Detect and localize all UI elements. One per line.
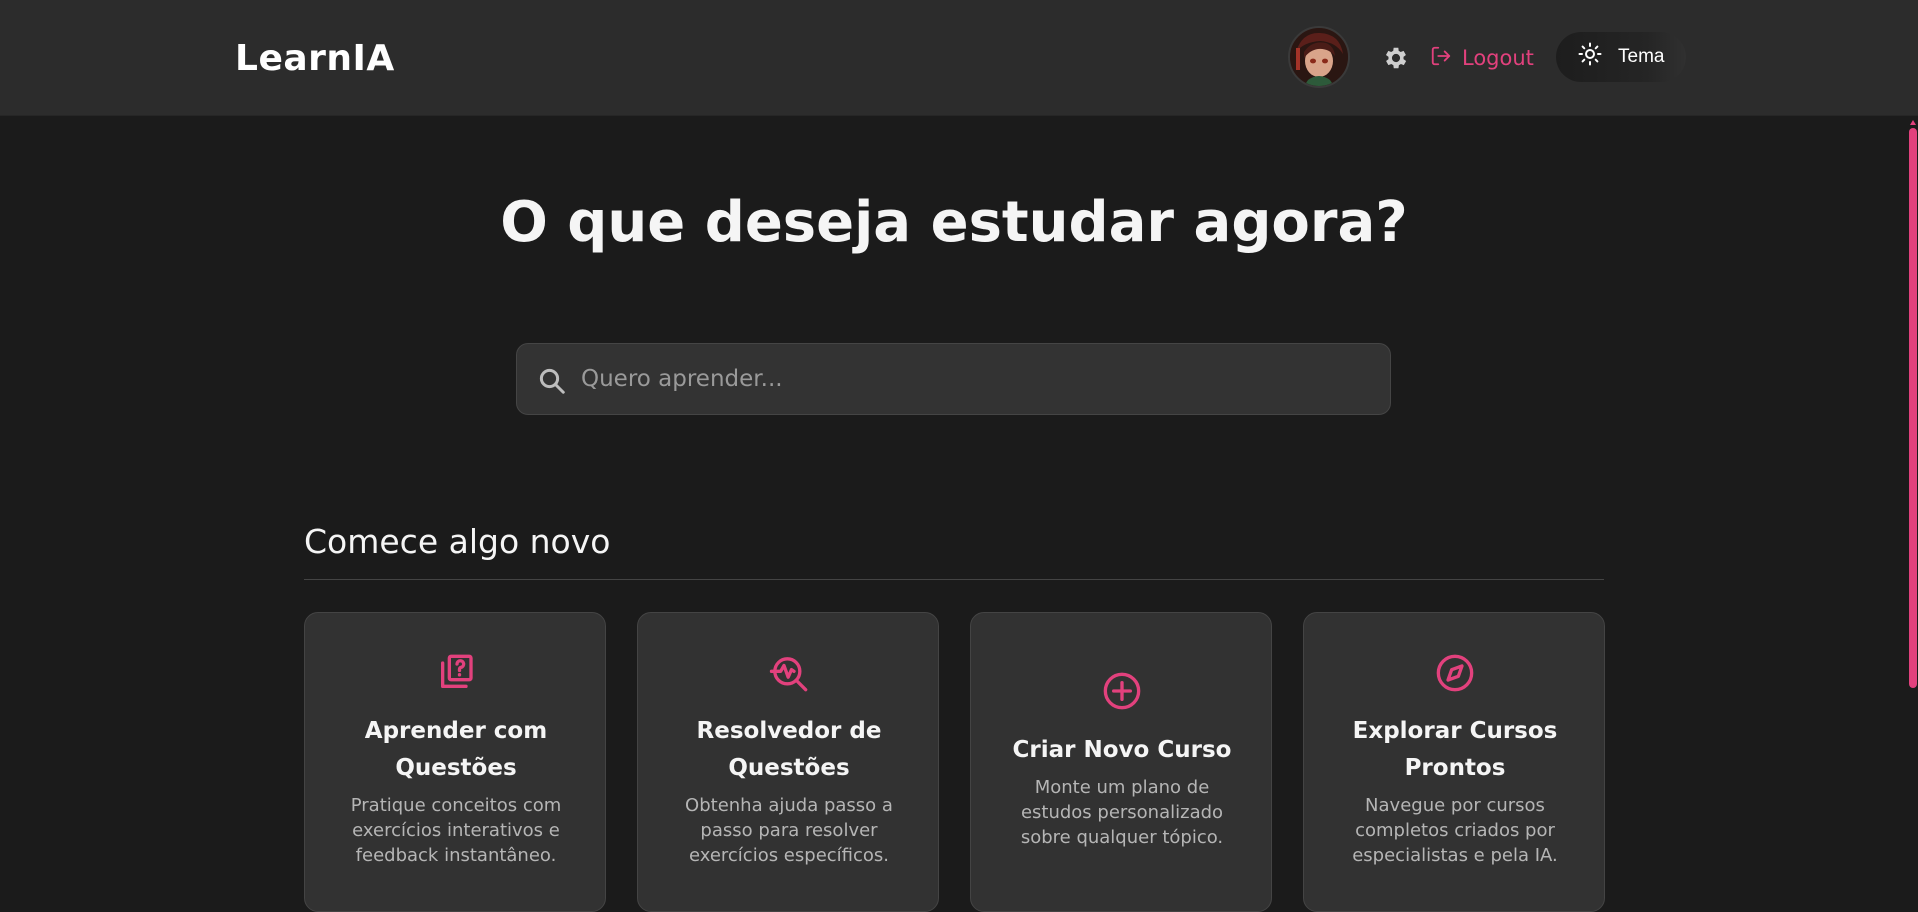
question-book-icon: [436, 653, 476, 693]
card-description: Monte um plano de estudos personalizado …: [1020, 777, 1224, 848]
card-description: Obtenha ajuda passo a passo para resolve…: [685, 795, 893, 866]
sun-icon: [1578, 42, 1602, 72]
page-title: O que deseja estudar agora?: [500, 190, 1408, 255]
compass-icon: [1435, 653, 1475, 693]
page-scrollbar[interactable]: [1908, 116, 1918, 906]
section-title: Comece algo novo: [304, 522, 611, 561]
settings-gear-icon[interactable]: [1382, 44, 1410, 72]
search-icon: [537, 366, 567, 396]
scrollbar-thumb[interactable]: [1909, 128, 1917, 688]
section-divider: [304, 579, 1604, 580]
card-explore-courses[interactable]: Explorar Cursos Prontos Navegue por curs…: [1303, 612, 1605, 912]
theme-toggle-button[interactable]: Tema: [1556, 32, 1686, 82]
logout-label: Logout: [1462, 46, 1534, 70]
card-create-course[interactable]: Criar Novo Curso Monte um plano de estud…: [970, 612, 1272, 912]
card-learn-with-questions[interactable]: Aprender com Questões Pratique conceitos…: [304, 612, 606, 912]
card-title: Aprender com Questões: [364, 718, 548, 781]
plus-circle-icon: [1102, 671, 1142, 711]
logout-button[interactable]: Logout: [1430, 43, 1534, 73]
card-question-solver[interactable]: Resolvedor de Questões Obtenha ajuda pas…: [637, 612, 939, 912]
card-description: Pratique conceitos com exercícios intera…: [350, 795, 562, 866]
card-description: Navegue por cursos completos criados por…: [1352, 795, 1558, 866]
card-title: Resolvedor de Questões: [696, 718, 882, 781]
top-bar: LearnIA Logout Tema: [0, 0, 1918, 116]
search-bar[interactable]: [516, 343, 1391, 415]
brand-logo[interactable]: LearnIA: [235, 38, 395, 79]
logout-icon: [1430, 45, 1452, 72]
user-avatar[interactable]: [1288, 26, 1350, 88]
card-title: Criar Novo Curso: [1012, 737, 1232, 763]
theme-label: Tema: [1618, 46, 1665, 67]
scroll-up-arrow-icon[interactable]: [1910, 120, 1916, 125]
search-input[interactable]: [579, 344, 1369, 414]
search-pulse-icon: [769, 653, 809, 693]
card-title: Explorar Cursos Prontos: [1352, 718, 1558, 781]
